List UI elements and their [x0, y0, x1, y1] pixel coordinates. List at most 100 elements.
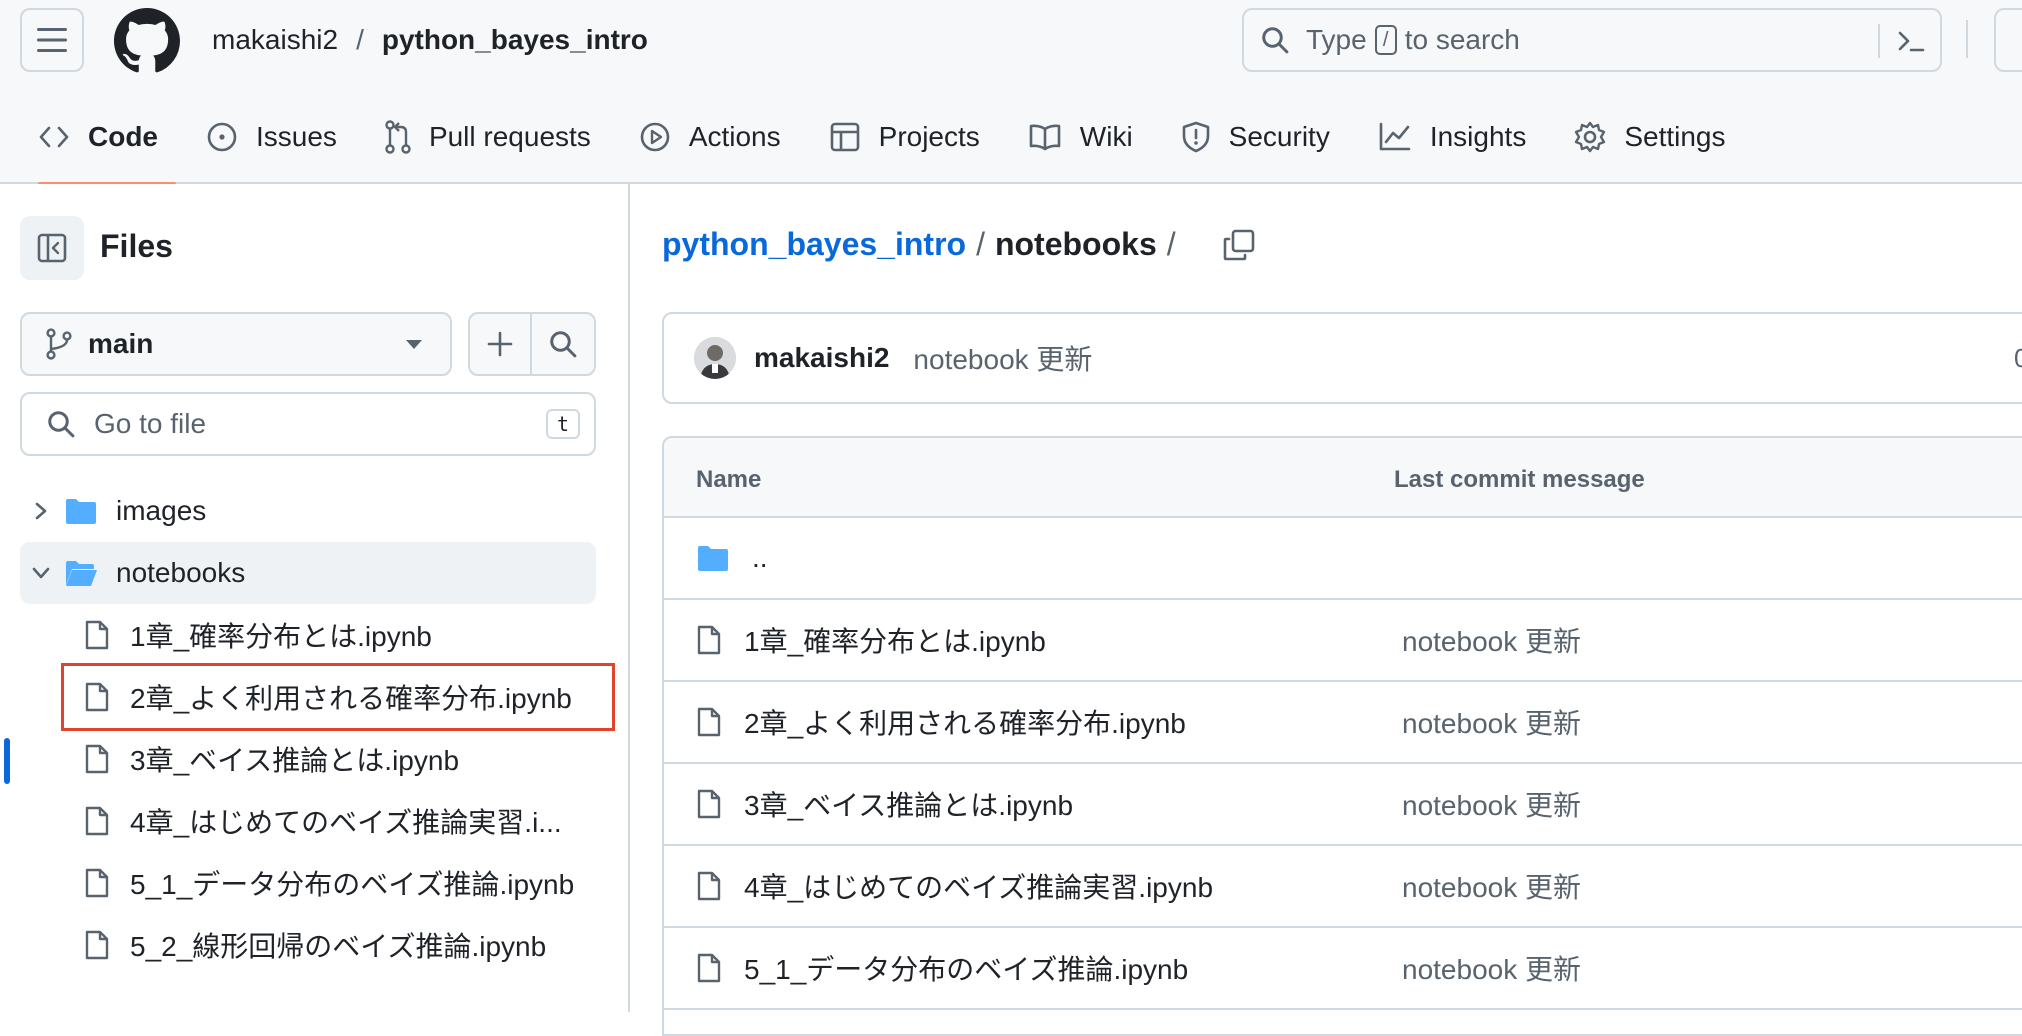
tab-actions-label: Actions — [688, 121, 781, 152]
file-link[interactable]: 3章_ベイス推論とは.ipynb — [696, 764, 1073, 844]
sidebar-title: Files — [100, 228, 173, 264]
file-icon — [85, 682, 109, 712]
repo-name-link[interactable]: python_bayes_intro — [382, 24, 648, 56]
repo-path: makaishi2 / python_bayes_intro — [212, 18, 648, 62]
tab-settings-label: Settings — [1624, 121, 1726, 152]
file-name: 2章_よく利用される確率分布.ipynb — [744, 708, 1186, 739]
table-row[interactable]: 4章_はじめてのベイズ推論実習.ipynb notebook 更新 — [664, 846, 2022, 928]
search-placeholder-prefix: Type — [1306, 24, 1367, 55]
commit-message-link[interactable]: notebook 更新 — [1402, 764, 1581, 844]
branch-selector-button[interactable]: main — [20, 312, 452, 376]
tab-code-label: Code — [88, 121, 158, 152]
code-icon — [39, 126, 69, 148]
tab-code[interactable]: Code — [22, 104, 176, 186]
go-to-file-shortcut: t — [546, 409, 580, 439]
hamburger-menu-button[interactable] — [20, 8, 84, 72]
tree-item-label: 5_2_線形回帰のベイズ推論.ipynb — [130, 931, 547, 962]
table-row[interactable]: 3章_ベイス推論とは.ipynb notebook 更新 — [664, 764, 2022, 846]
commit-message-link[interactable]: notebook 更新 — [1402, 682, 1581, 762]
file-icon — [697, 789, 721, 819]
repo-owner-link[interactable]: makaishi2 — [212, 24, 338, 56]
parent-directory-label: .. — [752, 542, 768, 573]
tree-item-file[interactable]: 5_1_データ分布のベイズ推論.ipynb — [84, 852, 604, 914]
breadcrumb-separator: / — [976, 226, 985, 262]
tree-item-file[interactable]: 3章_ベイス推論とは.ipynb — [84, 728, 604, 790]
hamburger-icon — [37, 28, 67, 52]
search-shortcut-key: / — [1374, 25, 1397, 55]
tab-wiki[interactable]: Wiki — [1012, 104, 1145, 170]
github-logo-icon[interactable] — [114, 8, 180, 74]
copy-path-icon[interactable] — [1222, 228, 1256, 262]
tab-pull-requests[interactable]: Pull requests — [369, 104, 603, 170]
tab-security[interactable]: Security — [1165, 104, 1342, 170]
graph-icon — [1379, 122, 1411, 151]
table-row[interactable]: 1章_確率分布とは.ipynb notebook 更新 — [664, 600, 2022, 682]
parent-directory-link[interactable]: .. — [696, 518, 768, 598]
file-actions-group — [468, 312, 596, 376]
chevron-down-icon[interactable] — [26, 565, 56, 581]
breadcrumb-separator: / — [1166, 226, 1176, 262]
table-header: Name Last commit message — [664, 438, 2022, 518]
table-row[interactable]: 2章_よく利用される確率分布.ipynb notebook 更新 — [664, 682, 2022, 764]
tree-item-label: 2章_よく利用される確率分布.ipynb — [130, 683, 572, 714]
tree-item-file[interactable]: 4章_はじめてのベイズ推論実習.i... — [84, 790, 604, 852]
go-to-file-input[interactable]: Go to file t — [20, 392, 596, 456]
create-new-button[interactable] — [1994, 8, 2022, 72]
tree-item-file-highlighted[interactable]: 2章_よく利用される確率分布.ipynb — [61, 663, 615, 731]
search-divider — [1878, 24, 1880, 58]
chevron-right-icon[interactable] — [26, 500, 56, 522]
breadcrumb-repo-link[interactable]: python_bayes_intro — [662, 226, 966, 263]
git-branch-icon — [46, 328, 72, 360]
commit-message-link[interactable]: notebook 更新 — [1402, 600, 1581, 680]
command-palette-icon[interactable] — [1896, 27, 1926, 55]
file-link[interactable]: 1章_確率分布とは.ipynb — [696, 600, 1046, 680]
tab-projects[interactable]: Projects — [813, 104, 992, 170]
tab-insights[interactable]: Insights — [1362, 104, 1539, 170]
table-row[interactable]: 5_1_データ分布のベイズ推論.ipynb notebook 更新 — [664, 928, 2022, 1010]
tree-item-folder-active[interactable]: notebooks — [20, 542, 596, 604]
search-files-button[interactable] — [532, 314, 594, 374]
commit-author[interactable]: makaishi2 — [754, 342, 889, 374]
file-icon — [85, 868, 109, 898]
latest-commit-box: makaishi2 notebook 更新 03e — [662, 312, 2022, 404]
sidebar-collapse-icon — [37, 233, 67, 263]
tree-item-file[interactable]: 1章_確率分布とは.ipynb — [84, 604, 604, 666]
tab-settings[interactable]: Settings — [1558, 104, 1737, 170]
breadcrumb-current-folder: notebooks — [994, 226, 1157, 262]
file-link[interactable]: 4章_はじめてのベイズ推論実習.ipynb — [696, 846, 1213, 926]
file-name: 4章_はじめてのベイズ推論実習.ipynb — [744, 872, 1214, 903]
tree-item-label: 5_1_データ分布のベイズ推論.ipynb — [130, 869, 575, 900]
branch-name: main — [88, 328, 154, 359]
search-icon — [1262, 27, 1289, 54]
repo-nav-tabs: Code Issues Pull requests Actions Projec… — [0, 104, 1738, 186]
commit-message-link[interactable]: notebook 更新 — [1402, 928, 1581, 1008]
tab-security-label: Security — [1228, 121, 1330, 152]
tab-issues[interactable]: Issues — [190, 104, 349, 170]
global-search-input[interactable]: Type / to search — [1242, 8, 1942, 72]
tree-item-file[interactable]: 5_2_線形回帰のベイズ推論.ipynb — [84, 914, 604, 976]
file-name: 1章_確率分布とは.ipynb — [744, 626, 1046, 657]
file-icon — [85, 930, 109, 960]
tree-item-label: images — [116, 495, 207, 526]
file-name: 5_1_データ分布のベイズ推論.ipynb — [744, 954, 1189, 985]
folder-icon — [698, 546, 728, 571]
path-separator: / — [356, 24, 364, 55]
tab-actions[interactable]: Actions — [623, 104, 793, 170]
collapse-sidebar-button[interactable] — [20, 216, 84, 280]
column-header-name: Name — [696, 466, 762, 493]
add-file-button[interactable] — [470, 314, 532, 374]
file-icon — [85, 744, 109, 774]
table-icon — [830, 122, 859, 152]
go-to-file-placeholder: Go to file — [94, 408, 207, 439]
commit-hash[interactable]: 03e — [2014, 343, 2022, 374]
commit-message[interactable]: notebook 更新 — [913, 338, 1092, 378]
tree-item-label: 4章_はじめてのベイズ推論実習.i... — [130, 807, 562, 838]
commit-message-link[interactable]: notebook 更新 — [1402, 846, 1581, 926]
file-link[interactable]: 5_1_データ分布のベイズ推論.ipynb — [696, 928, 1188, 1008]
table-row-parent[interactable]: .. — [664, 518, 2022, 600]
tree-item-folder[interactable]: images — [20, 480, 596, 542]
search-icon — [48, 411, 75, 438]
triangle-down-icon — [406, 340, 422, 349]
avatar[interactable] — [694, 337, 736, 379]
file-link[interactable]: 2章_よく利用される確率分布.ipynb — [696, 682, 1186, 762]
